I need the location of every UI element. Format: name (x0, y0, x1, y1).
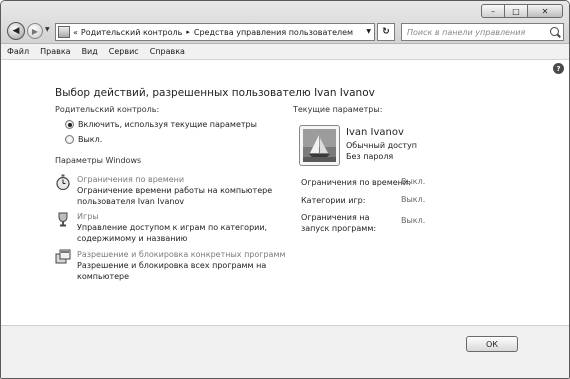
back-button[interactable]: ◀ (7, 22, 25, 40)
sailboat-avatar-icon (303, 129, 336, 162)
menu-view[interactable]: Вид (82, 47, 98, 56)
programs-desc-1: Разрешение и блокировка всех программ на (77, 261, 267, 270)
forward-button[interactable]: ▶ (27, 23, 43, 39)
address-dropdown-icon[interactable]: ▼ (366, 28, 371, 35)
breadcrumb-parental-control[interactable]: Родительский контроль (81, 28, 182, 37)
user-name: Ivan Ivanov (346, 127, 404, 138)
back-arrow-icon: ◀ (12, 26, 20, 36)
breadcrumb-user-controls[interactable]: Средства управления пользователем (194, 28, 353, 37)
feature-time-limits: Ограничения по времени Ограничение време… (55, 174, 272, 207)
menu-edit[interactable]: Правка (40, 47, 70, 56)
param-games-key: Категории игр: (301, 196, 366, 205)
breadcrumb-separator-icon[interactable]: ▸ (186, 28, 190, 36)
window-chrome: – □ ✕ ◀ ▶ ▼ « Родительский контроль ▸ Ср… (1, 1, 569, 44)
radio-off[interactable] (65, 135, 74, 144)
stopwatch-icon (56, 174, 70, 190)
radio-enable-label[interactable]: Включить, используя текущие параметры (78, 120, 257, 129)
recent-pages-dropdown[interactable]: ▼ (45, 26, 50, 33)
user-account-type: Обычный доступ (346, 141, 418, 150)
radio-enable-row[interactable]: Включить, используя текущие параметры (65, 120, 257, 129)
radio-enable[interactable] (65, 120, 74, 129)
help-icon[interactable]: ? (553, 63, 564, 74)
close-button[interactable]: ✕ (527, 4, 563, 18)
radio-off-label[interactable]: Выкл. (78, 135, 102, 144)
time-limits-desc-2: пользователя Ivan Ivanov (77, 197, 185, 206)
refresh-icon: ↻ (382, 27, 390, 37)
param-programs-key: Ограничения на запуск программ: (301, 212, 376, 234)
menu-help[interactable]: Справка (150, 47, 185, 56)
time-limits-link[interactable]: Ограничения по времени (77, 174, 272, 185)
address-overflow-chevron[interactable]: « (73, 28, 78, 37)
caption-buttons: – □ ✕ (481, 4, 563, 18)
time-limits-desc-1: Ограничение времени работы на компьютере (77, 186, 273, 195)
param-time-limits-key: Ограничения по времени: (301, 178, 411, 187)
search-box[interactable] (401, 23, 564, 41)
menu-file[interactable]: Файл (7, 47, 29, 56)
search-input[interactable] (407, 27, 547, 37)
games-desc-1: Управление доступом к играм по категории… (77, 223, 268, 232)
parental-control-label: Родительский контроль: (55, 105, 160, 114)
games-link[interactable]: Игры (77, 211, 267, 222)
param-time-limits-value: Выкл. (401, 177, 426, 186)
programs-desc-2: компьютере (77, 272, 130, 281)
programs-icon (55, 249, 71, 264)
trophy-icon (58, 212, 68, 227)
radio-off-row[interactable]: Выкл. (65, 135, 102, 144)
menu-bar: Файл Правка Вид Сервис Справка (1, 44, 569, 60)
menu-tools[interactable]: Сервис (109, 47, 139, 56)
address-bar[interactable]: « Родительский контроль ▸ Средства управ… (55, 23, 375, 41)
feature-programs: Разрешение и блокировка конкретных прогр… (55, 249, 286, 282)
feature-games: Игры Управление доступом к играм по кате… (55, 211, 267, 244)
control-panel-icon (58, 26, 70, 38)
minimize-button[interactable]: – (481, 4, 505, 18)
footer-bar (1, 325, 569, 378)
param-programs-key-1: Ограничения на (301, 213, 370, 222)
maximize-button[interactable]: □ (504, 4, 528, 18)
forward-arrow-icon: ▶ (31, 26, 39, 36)
current-params-label: Текущие параметры: (293, 105, 383, 114)
param-programs-value: Выкл. (401, 216, 426, 225)
user-avatar (299, 125, 340, 166)
games-desc-2: содержимому и названию (77, 234, 188, 243)
windows-params-label: Параметры Windows (55, 156, 142, 165)
control-panel-window: – □ ✕ ◀ ▶ ▼ « Родительский контроль ▸ Ср… (0, 0, 570, 379)
user-password-status: Без пароля (346, 152, 394, 161)
param-games-value: Выкл. (401, 195, 426, 204)
refresh-button[interactable]: ↻ (377, 23, 395, 41)
param-programs-key-2: запуск программ: (301, 224, 377, 233)
search-icon[interactable] (550, 27, 559, 36)
ok-button[interactable]: ОК (466, 336, 518, 352)
programs-link[interactable]: Разрешение и блокировка конкретных прогр… (77, 249, 286, 260)
page-title: Выбор действий, разрешенных пользователю… (55, 87, 375, 99)
